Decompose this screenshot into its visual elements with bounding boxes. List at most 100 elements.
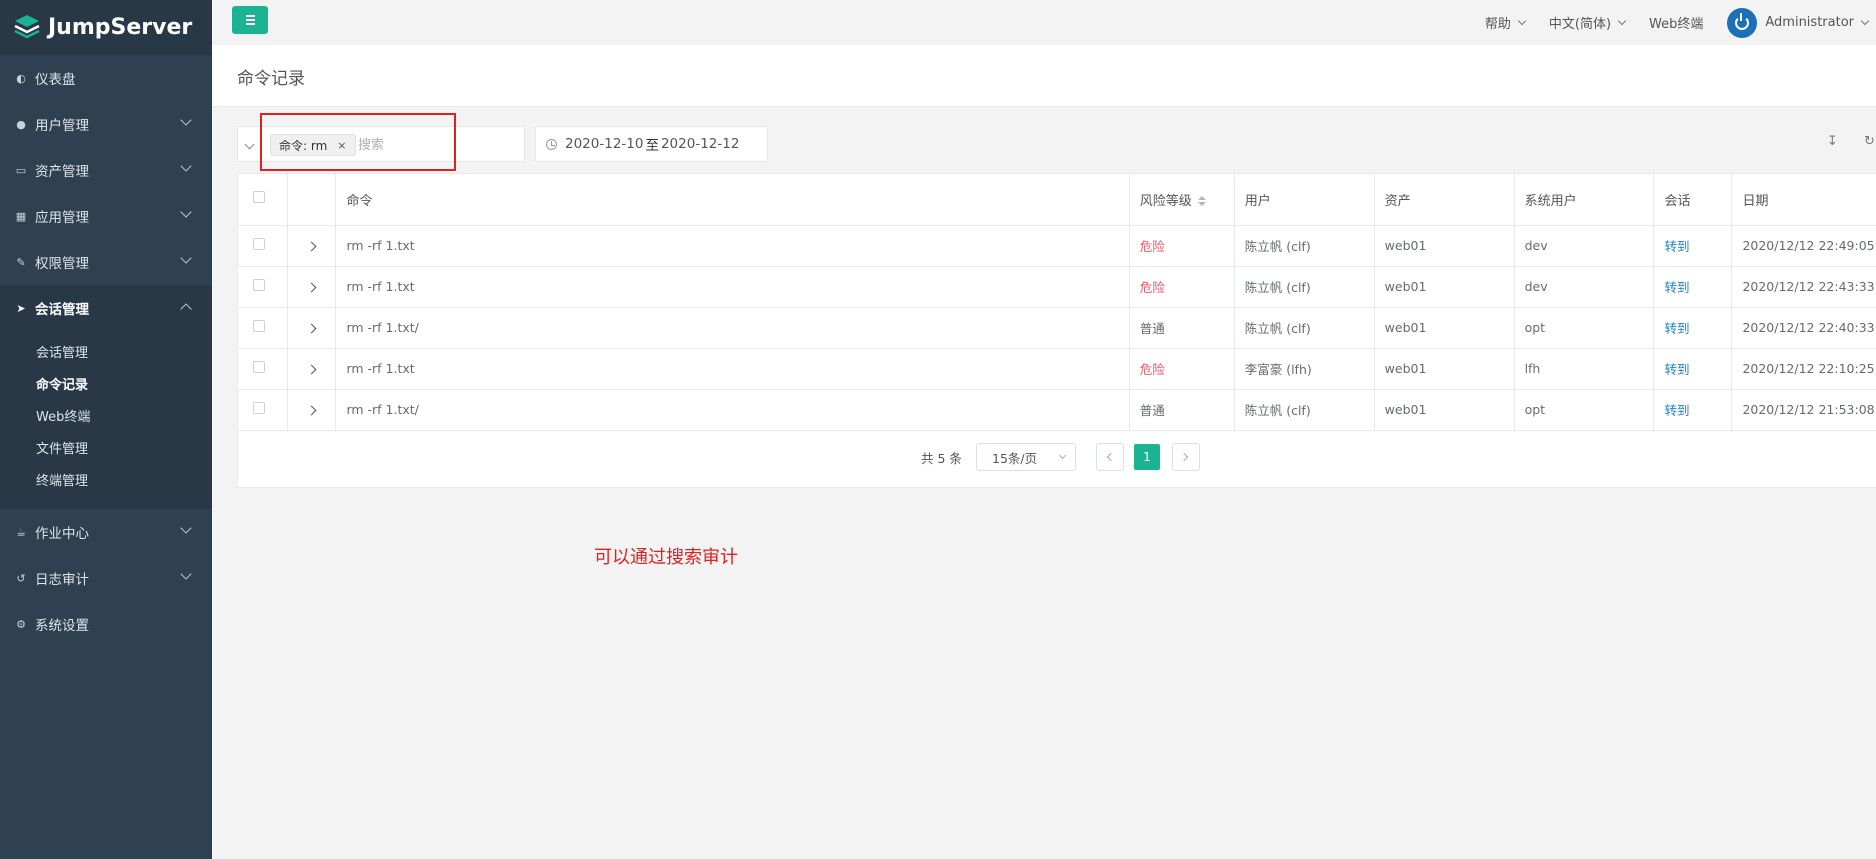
header-risk-label: 风险等级	[1139, 193, 1192, 209]
cell-session: 转到	[1653, 225, 1733, 267]
chevron-down-icon	[1860, 16, 1870, 26]
command-table: 命令 风险等级 用户 资产 系统用户 会话 日期 rm -rf 1.txt 危险…	[238, 174, 1876, 431]
hamburger-icon-line	[245, 19, 255, 21]
cell-user: 李富豪 (lfh)	[1234, 348, 1375, 390]
sidebar-subnav-sessions: 会话管理 命令记录 Web终端 文件管理 终端管理	[0, 331, 212, 509]
sidebar-item-label: 资产管理	[35, 164, 89, 180]
chevron-right-icon[interactable]	[307, 241, 317, 252]
row-expand-cell	[287, 225, 337, 267]
cell-command: rm -rf 1.txt	[335, 266, 1130, 308]
menu-toggle-button[interactable]	[232, 6, 268, 34]
download-icon[interactable]: ↧	[1827, 134, 1843, 150]
jumpserver-logo-icon	[14, 14, 40, 38]
sort-icon[interactable]	[1197, 196, 1206, 207]
row-expand-cell	[287, 307, 337, 349]
prev-page-button[interactable]	[1096, 443, 1124, 471]
user-menu[interactable]: Administrator	[1727, 7, 1870, 38]
cell-session: 转到	[1653, 307, 1733, 349]
chevron-down-icon	[1517, 16, 1527, 26]
goto-session-link[interactable]: 转到	[1664, 280, 1689, 295]
row-check-cell	[238, 266, 289, 308]
sidebar-item-settings[interactable]: ⚙ 系统设置	[0, 601, 212, 647]
chevron-right-icon[interactable]	[307, 364, 317, 375]
sidebar-item-applications[interactable]: ▦ 应用管理	[0, 193, 212, 239]
chevron-up-icon	[180, 303, 192, 315]
date-end: 2020-12-12	[660, 136, 740, 152]
cell-command: rm -rf 1.txt	[335, 225, 1130, 267]
chevron-down-icon	[180, 522, 192, 534]
cell-asset: web01	[1374, 307, 1515, 349]
page-size-select[interactable]: 15条/页	[976, 443, 1076, 471]
header-asset: 资产	[1374, 174, 1515, 226]
row-checkbox[interactable]	[253, 238, 265, 250]
next-page-button[interactable]	[1172, 443, 1200, 471]
sidebar-item-label: 会话管理	[35, 302, 89, 318]
cell-command: rm -rf 1.txt	[335, 348, 1130, 390]
row-checkbox[interactable]	[253, 279, 265, 291]
cell-command: rm -rf 1.txt/	[335, 307, 1130, 349]
page-number-current[interactable]: 1	[1134, 444, 1160, 470]
sidebar-item-jobs[interactable]: ☕ 作业中心	[0, 509, 212, 555]
language-menu[interactable]: 中文(简体)	[1549, 13, 1627, 32]
cell-asset: web01	[1374, 348, 1515, 390]
row-check-cell	[238, 225, 289, 267]
row-expand-cell	[287, 266, 337, 308]
clock-icon	[546, 138, 557, 150]
help-label: 帮助	[1484, 17, 1511, 32]
cell-user: 陈立帆 (clf)	[1234, 307, 1375, 349]
edit-icon: ✎	[16, 255, 26, 269]
command-table-panel: 命令 风险等级 用户 资产 系统用户 会话 日期 rm -rf 1.txt 危险…	[237, 173, 1876, 488]
sidebar-nav: ◐ 仪表盘 ● 用户管理 ▭ 资产管理 ▦ 应用管理 ✎ 权限管理 ➤ 会话管理	[0, 55, 212, 331]
brand-logo[interactable]: JumpServer	[0, 0, 212, 55]
goto-session-link[interactable]: 转到	[1664, 362, 1689, 377]
goto-session-link[interactable]: 转到	[1664, 239, 1689, 254]
chevron-down-icon[interactable]	[244, 139, 255, 150]
subnav-item-web-terminal[interactable]: Web终端	[0, 399, 212, 431]
page-size-value: 15条/页	[992, 450, 1038, 466]
subnav-item-commands[interactable]: 命令记录	[0, 367, 212, 399]
goto-session-link[interactable]: 转到	[1664, 321, 1689, 336]
subnav-item-file-management[interactable]: 文件管理	[0, 431, 212, 463]
goto-session-link[interactable]: 转到	[1664, 403, 1689, 418]
page-heading: 命令记录	[212, 45, 1876, 107]
table-row: rm -rf 1.txt 危险 李富豪 (lfh) web01 lfh 转到 2…	[238, 348, 1876, 390]
chevron-right-icon[interactable]	[307, 282, 317, 293]
web-terminal-link[interactable]: Web终端	[1649, 13, 1703, 32]
header-command: 命令	[335, 174, 1130, 226]
pagination: 共 5 条 15条/页 1	[238, 432, 1876, 482]
row-checkbox[interactable]	[253, 320, 265, 332]
select-all-checkbox[interactable]	[253, 191, 265, 204]
sidebar-item-label: 日志审计	[35, 572, 89, 588]
refresh-icon[interactable]: ↻	[1864, 134, 1876, 150]
row-checkbox[interactable]	[253, 402, 265, 414]
sidebar-item-users[interactable]: ● 用户管理	[0, 101, 212, 147]
avatar	[1727, 7, 1758, 38]
cell-date: 2020/12/12 22:43:33	[1731, 266, 1876, 308]
search-highlight-box	[260, 113, 456, 171]
sidebar-item-permissions[interactable]: ✎ 权限管理	[0, 239, 212, 285]
chevron-right-icon[interactable]	[307, 323, 317, 334]
sidebar-item-audit-logs[interactable]: ↺ 日志审计	[0, 555, 212, 601]
cell-system-user: dev	[1514, 266, 1655, 308]
pagination-total: 共 5 条	[921, 451, 962, 466]
sidebar-item-label: 仪表盘	[35, 72, 76, 88]
table-row: rm -rf 1.txt/ 普通 陈立帆 (clf) web01 opt 转到 …	[238, 389, 1876, 431]
sidebar-item-assets[interactable]: ▭ 资产管理	[0, 147, 212, 193]
chevron-left-icon	[1106, 452, 1116, 462]
sidebar-item-label: 用户管理	[35, 118, 89, 134]
subnav-item-sessions[interactable]: 会话管理	[0, 335, 212, 367]
sidebar-item-sessions[interactable]: ➤ 会话管理	[0, 285, 212, 331]
sidebar-item-dashboard[interactable]: ◐ 仪表盘	[0, 55, 212, 101]
topbar-right: 帮助 中文(简体) Web终端 Administrator	[1485, 0, 1876, 45]
row-checkbox[interactable]	[253, 361, 265, 373]
help-menu[interactable]: 帮助	[1484, 13, 1527, 32]
date-range-picker[interactable]: 2020-12-10 至 2020-12-12	[535, 126, 768, 162]
chevron-down-icon	[180, 114, 192, 126]
sidebar-item-label: 系统设置	[35, 618, 89, 634]
subnav-item-terminal-management[interactable]: 终端管理	[0, 463, 212, 495]
header-risk[interactable]: 风险等级	[1129, 174, 1235, 226]
chevron-right-icon[interactable]	[307, 405, 317, 416]
table-row: rm -rf 1.txt/ 普通 陈立帆 (clf) web01 opt 转到 …	[238, 307, 1876, 349]
table-row: rm -rf 1.txt 危险 陈立帆 (clf) web01 dev 转到 2…	[238, 225, 1876, 267]
dashboard-icon: ◐	[16, 71, 26, 85]
